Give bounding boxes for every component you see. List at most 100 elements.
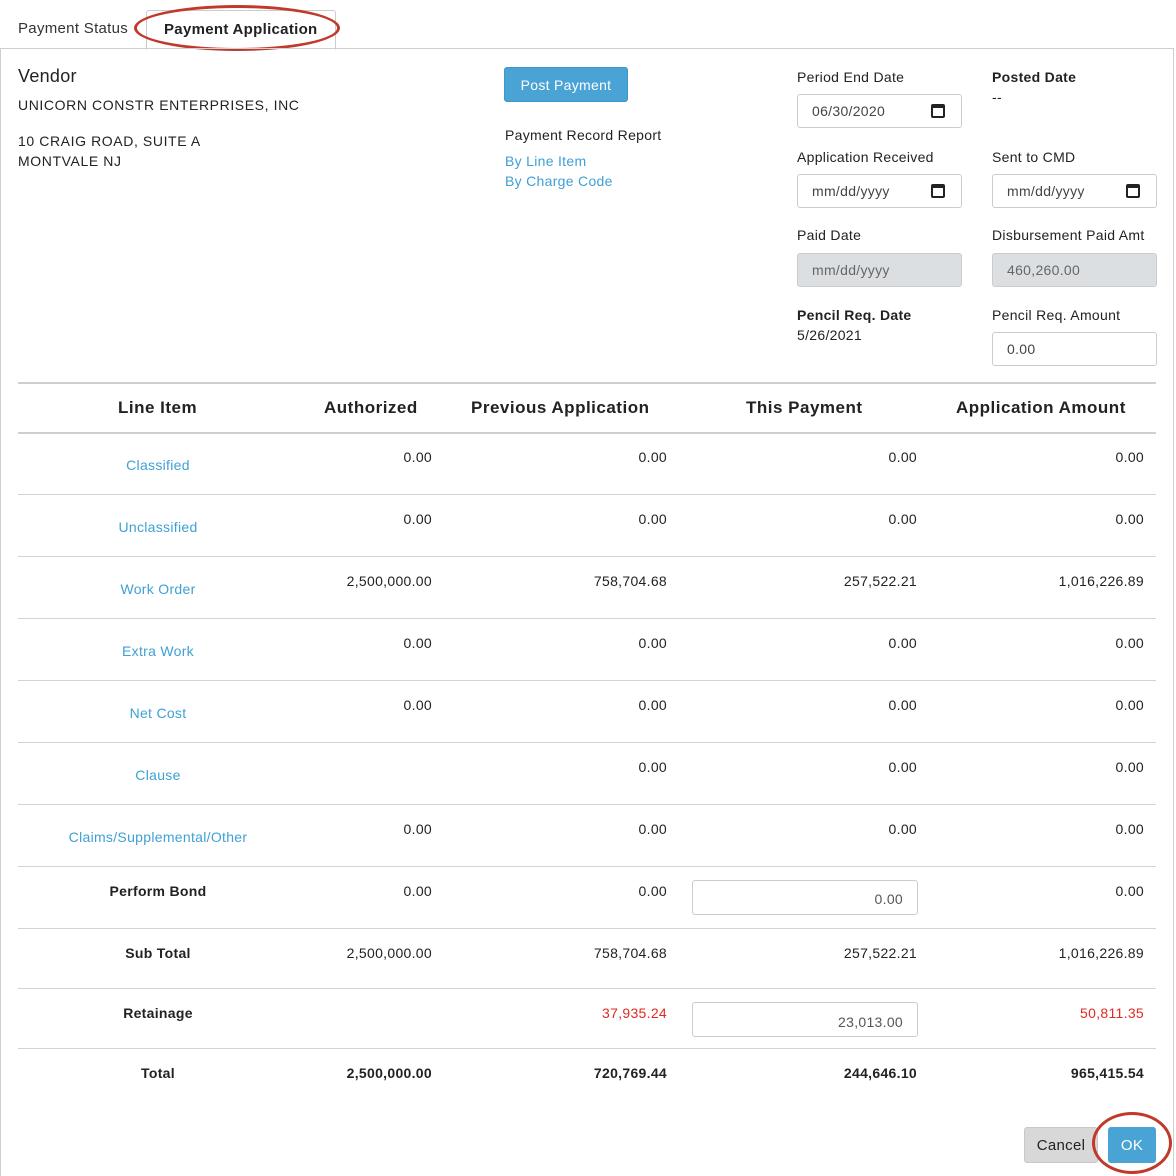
line-item-link[interactable]: Extra Work — [18, 643, 298, 659]
vendor-address-line2: MONTVALE NJ — [18, 153, 122, 169]
previous-application-value: 720,769.44 — [593, 1065, 667, 1081]
previous-application-value: 0.00 — [638, 635, 667, 651]
this-payment-value: 244,646.10 — [843, 1065, 917, 1081]
vendor-name: UNICORN CONSTR ENTERPRISES, INC — [18, 97, 300, 113]
line-item-link[interactable]: Work Order — [18, 581, 298, 597]
this-payment-value: 0.00 — [888, 821, 917, 837]
calendar-icon[interactable] — [931, 104, 945, 118]
tab-payment-application[interactable]: Payment Application — [146, 10, 336, 50]
application-amount-value: 0.00 — [1115, 759, 1144, 775]
authorized-value: 2,500,000.00 — [346, 1065, 432, 1081]
pencil-req-amount-value: 0.00 — [1007, 341, 1036, 357]
row-divider — [18, 618, 1156, 619]
authorized-value: 2,500,000.00 — [346, 573, 432, 589]
vendor-address-line1: 10 CRAIG ROAD, SUITE A — [18, 133, 201, 149]
application-received-placeholder: mm/dd/yyyy — [812, 183, 890, 199]
by-charge-code-link[interactable]: By Charge Code — [505, 173, 613, 189]
previous-application-value: 758,704.68 — [593, 945, 667, 961]
this-payment-value: 0.00 — [888, 697, 917, 713]
ok-button[interactable]: OK — [1108, 1127, 1156, 1163]
application-amount-value: 0.00 — [1115, 511, 1144, 527]
application-amount-value: 1,016,226.89 — [1058, 945, 1144, 961]
application-amount-value: 0.00 — [1115, 697, 1144, 713]
column-header-previous-application: Previous Application — [471, 398, 650, 417]
paid-date-label: Paid Date — [797, 227, 862, 243]
sub-total-label: Sub Total — [125, 945, 191, 961]
previous-application-value: 758,704.68 — [593, 573, 667, 589]
disbursement-paid-amt-label: Disbursement Paid Amt — [992, 227, 1145, 243]
perform-bond-label: Perform Bond — [109, 883, 207, 899]
calendar-icon[interactable] — [931, 184, 945, 198]
total-label: Total — [141, 1065, 175, 1081]
authorized-value: 0.00 — [403, 697, 432, 713]
row-divider — [18, 680, 1156, 681]
pencil-req-date-label: Pencil Req. Date — [797, 307, 912, 323]
column-header-authorized: Authorized — [324, 398, 418, 417]
application-amount-value: 1,016,226.89 — [1058, 573, 1144, 589]
application-received-label: Application Received — [797, 149, 934, 165]
line-item-link[interactable]: Classified — [18, 457, 298, 473]
row-divider — [18, 804, 1156, 805]
paid-date-input: mm/dd/yyyy — [797, 253, 962, 287]
row-divider — [18, 866, 1156, 867]
row-divider — [18, 556, 1156, 557]
previous-application-value: 0.00 — [638, 697, 667, 713]
posted-date-label: Posted Date — [992, 69, 1077, 85]
cancel-button[interactable]: Cancel — [1024, 1127, 1098, 1163]
retainage-label: Retainage — [123, 1005, 193, 1021]
calendar-icon[interactable] — [1126, 184, 1140, 198]
payment-record-report-title: Payment Record Report — [505, 127, 662, 143]
disbursement-paid-amt-input: 460,260.00 — [992, 253, 1157, 287]
authorized-value: 0.00 — [403, 511, 432, 527]
previous-application-value: 0.00 — [638, 821, 667, 837]
line-item-link[interactable]: Net Cost — [18, 705, 298, 721]
authorized-value: 0.00 — [403, 449, 432, 465]
line-item-link[interactable]: Claims/Supplemental/Other — [18, 829, 298, 845]
paid-date-placeholder: mm/dd/yyyy — [812, 262, 890, 278]
retainage-this-payment-input[interactable]: 23,013.00 — [692, 1002, 918, 1037]
this-payment-value: 0.00 — [888, 449, 917, 465]
application-amount-value: 0.00 — [1115, 821, 1144, 837]
previous-application-value: 0.00 — [638, 449, 667, 465]
table-top-divider — [18, 382, 1156, 384]
tab-bar: Payment Status Payment Application — [0, 0, 1176, 50]
application-received-input[interactable]: mm/dd/yyyy — [797, 174, 962, 208]
period-end-date-value: 06/30/2020 — [812, 103, 886, 119]
line-item-link[interactable]: Clause — [18, 767, 298, 783]
period-end-date-label: Period End Date — [797, 69, 905, 85]
vendor-heading: Vendor — [18, 66, 77, 86]
line-item-link[interactable]: Unclassified — [18, 519, 298, 535]
application-amount-value: 50,811.35 — [1080, 1005, 1144, 1021]
by-line-item-link[interactable]: By Line Item — [505, 153, 586, 169]
application-amount-value: 965,415.54 — [1070, 1065, 1144, 1081]
authorized-value: 2,500,000.00 — [346, 945, 432, 961]
row-divider — [18, 494, 1156, 495]
table-header-divider — [18, 432, 1156, 434]
this-payment-value: 0.00 — [888, 511, 917, 527]
post-payment-button[interactable]: Post Payment — [504, 67, 628, 102]
tab-label: Payment Application — [164, 21, 318, 38]
pencil-req-amount-input[interactable]: 0.00 — [992, 332, 1157, 366]
disbursement-paid-amt-value: 460,260.00 — [1007, 262, 1081, 278]
this-payment-value: 0.00 — [888, 759, 917, 775]
authorized-value: 0.00 — [403, 883, 432, 899]
perform-bond-this-payment-input[interactable]: 0.00 — [692, 880, 918, 915]
sent-to-cmd-input[interactable]: mm/dd/yyyy — [992, 174, 1157, 208]
application-amount-value: 0.00 — [1115, 635, 1144, 651]
period-end-date-input[interactable]: 06/30/2020 — [797, 94, 962, 128]
row-divider — [18, 988, 1156, 989]
this-payment-value: 0.00 — [888, 635, 917, 651]
pencil-req-amount-label: Pencil Req. Amount — [992, 307, 1121, 323]
previous-application-value: 37,935.24 — [602, 1005, 667, 1021]
application-amount-value: 0.00 — [1115, 883, 1144, 899]
row-divider — [18, 742, 1156, 743]
pencil-req-date-value: 5/26/2021 — [797, 327, 862, 343]
tab-payment-status[interactable]: Payment Status — [18, 20, 128, 37]
application-amount-value: 0.00 — [1115, 449, 1144, 465]
column-header-application-amount: Application Amount — [956, 398, 1126, 417]
row-divider — [18, 928, 1156, 929]
authorized-value: 0.00 — [403, 635, 432, 651]
column-header-line-item: Line Item — [118, 398, 198, 417]
previous-application-value: 0.00 — [638, 883, 667, 899]
previous-application-value: 0.00 — [638, 759, 667, 775]
